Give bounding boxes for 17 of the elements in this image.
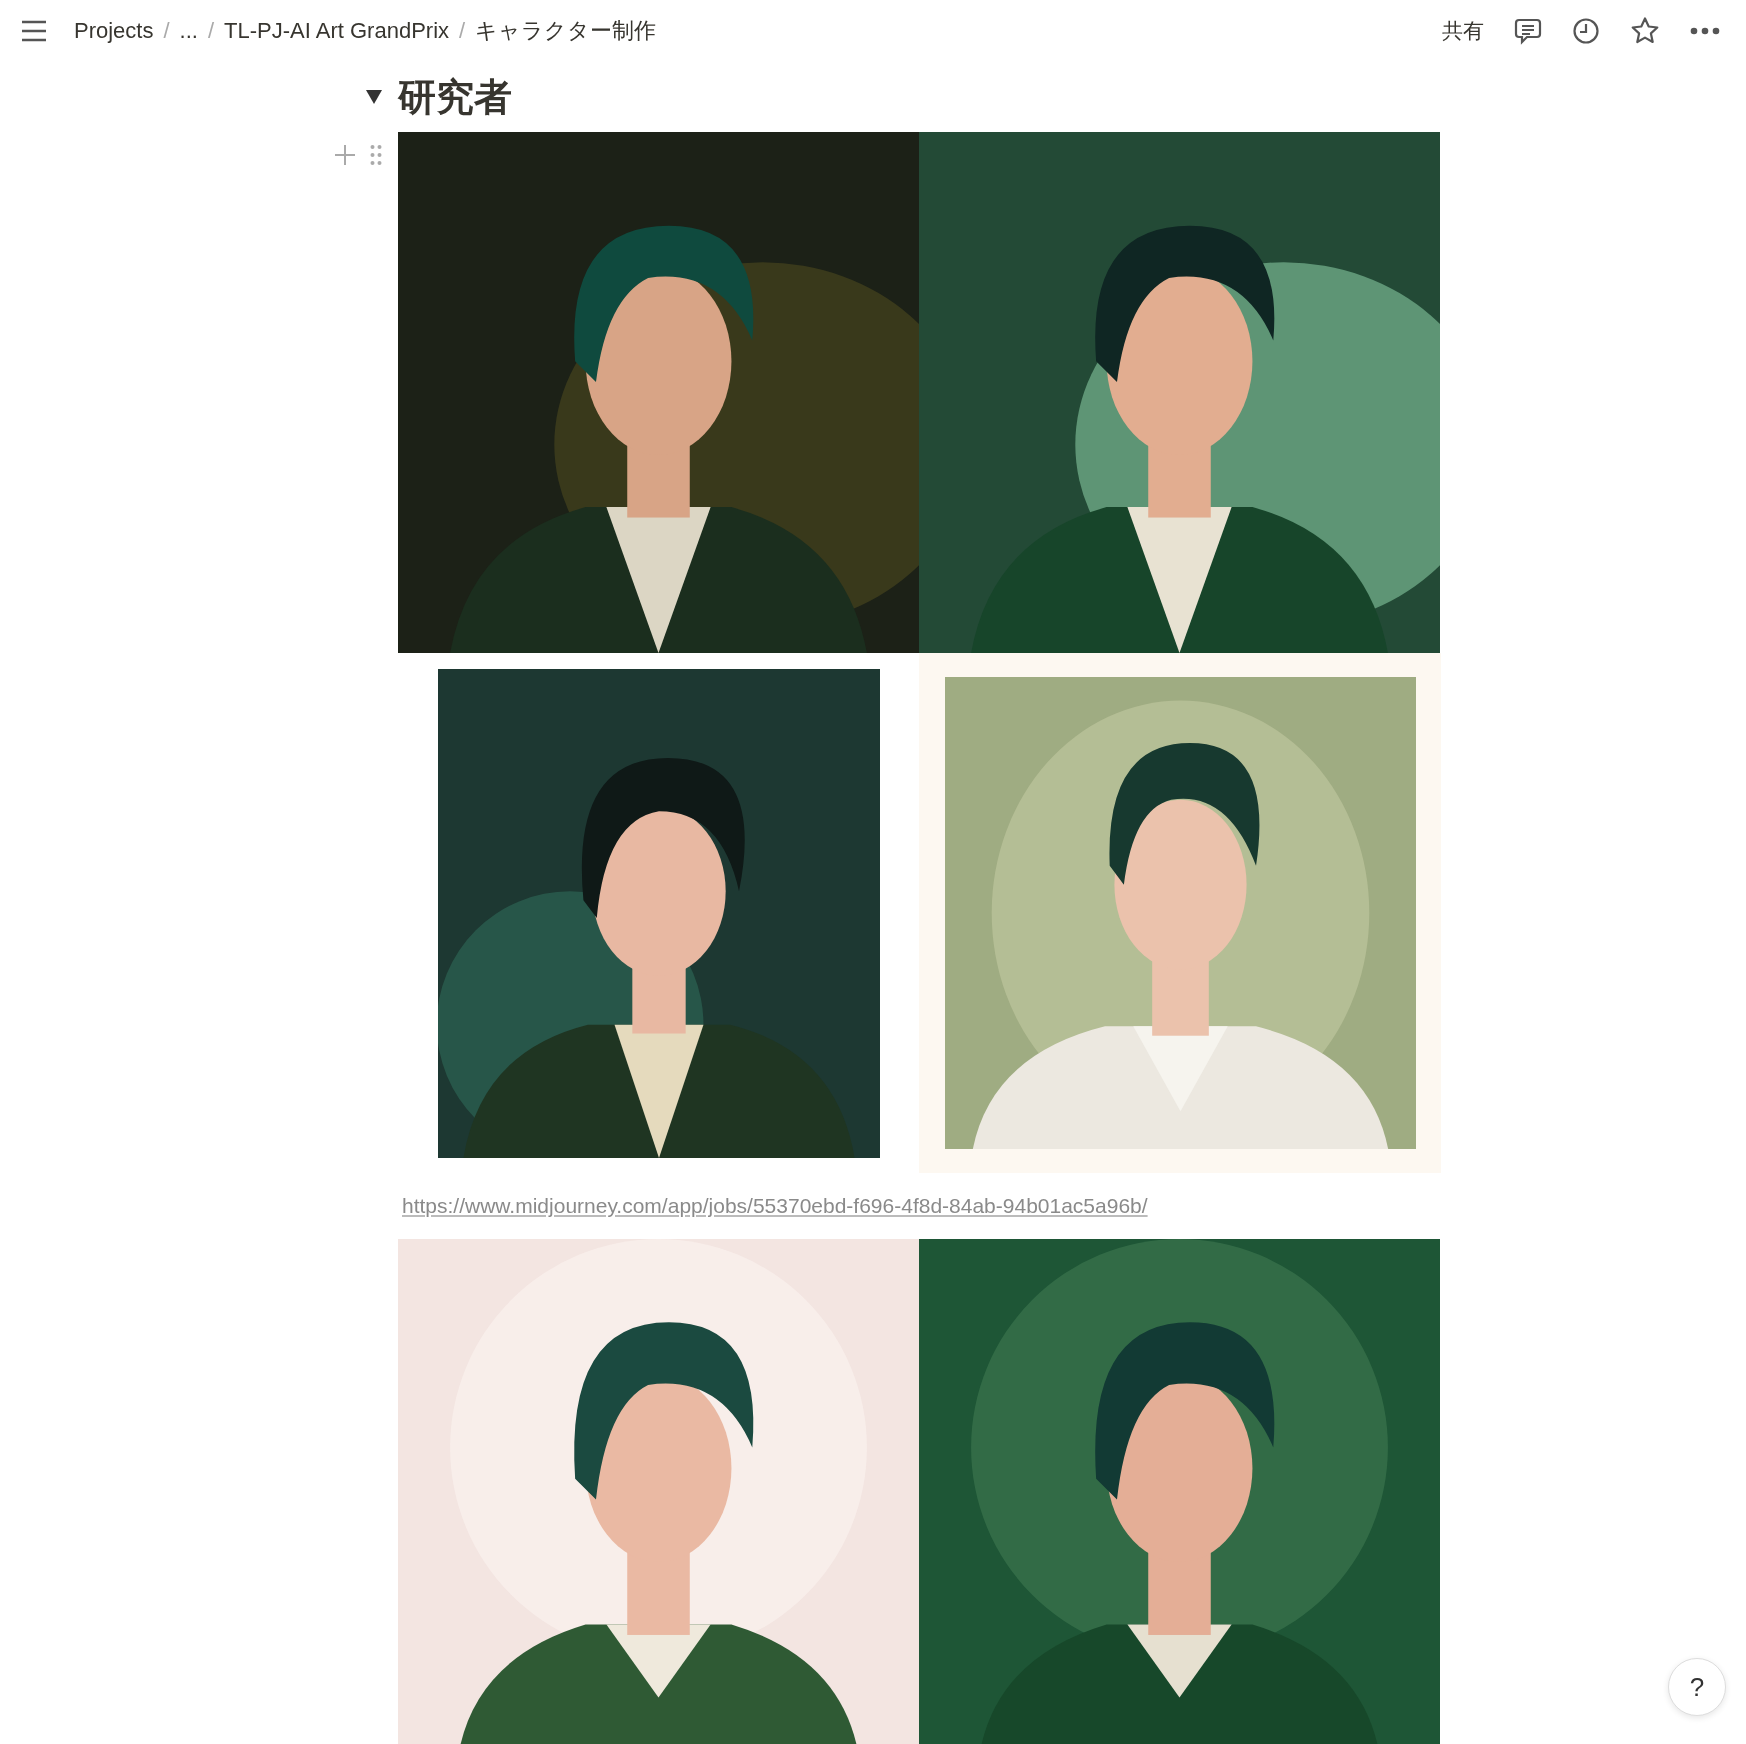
star-icon[interactable] [1630,16,1660,46]
breadcrumb-item[interactable]: TL-PJ-AI Art GrandPrix [224,18,450,44]
menu-icon[interactable] [20,20,48,42]
toggle-heading: 研究者 [398,74,512,120]
comment-icon[interactable] [1514,17,1542,45]
breadcrumb-separator: / [459,18,466,44]
breadcrumb-separator: / [163,18,170,44]
breadcrumb-item[interactable]: ... [179,18,198,44]
breadcrumb-item[interactable]: Projects [74,18,154,44]
clock-icon[interactable] [1572,17,1600,45]
share-button[interactable]: 共有 [1442,17,1484,45]
breadcrumb-separator: / [207,18,215,44]
breadcrumb-item[interactable]: キャラクター制作 [475,16,657,46]
toggle-triangle-icon[interactable] [366,90,382,104]
more-icon[interactable] [1690,26,1720,36]
drag-handle-icon[interactable] [370,144,382,166]
help-button[interactable]: ? [1668,1658,1726,1716]
